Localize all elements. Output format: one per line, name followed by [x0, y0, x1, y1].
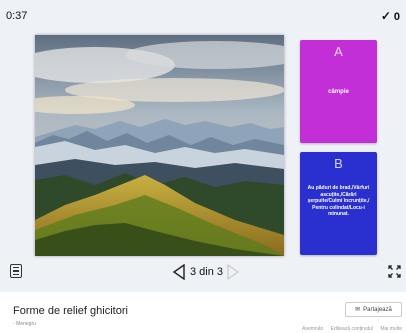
timer: 0:37 — [6, 10, 28, 22]
link-similar[interactable]: Asemnări — [302, 326, 323, 332]
author-name[interactable]: ◦ Menegru — [13, 321, 36, 327]
option-letter-b: B — [334, 156, 343, 171]
check-icon: ✓ — [380, 9, 391, 23]
option-letter-a: A — [334, 44, 343, 59]
option-text-a: câmpie — [328, 89, 349, 95]
answer-option-b[interactable]: B Au păduri de brad,/Vârfuri ascuțite,/C… — [300, 152, 377, 255]
triangle-right-icon[interactable] — [226, 264, 240, 280]
page-indicator: 3 din 3 — [190, 266, 224, 278]
answer-option-a[interactable]: A câmpie — [300, 40, 377, 143]
fullscreen-icon[interactable] — [388, 265, 401, 278]
triangle-left-icon[interactable] — [172, 264, 186, 280]
share-button[interactable]: ✉ Partajează — [345, 302, 402, 317]
link-more[interactable]: Mai multe — [380, 326, 402, 332]
share-icon: ✉ — [355, 307, 361, 313]
link-edit-content[interactable]: Editează conținutul — [331, 326, 373, 332]
mountain-landscape-image — [35, 35, 284, 256]
question-image — [35, 35, 284, 256]
option-text-b: Au păduri de brad,/Vârfuri ascuțite,/Căr… — [307, 185, 370, 218]
score-value: 0 — [393, 11, 400, 23]
game-stage: 0:37 ✓ 0 A câmpie B Au păduri de brad,/V… — [0, 0, 406, 292]
score-counter: ✓ 0 — [381, 9, 400, 23]
menu-icon[interactable] — [10, 264, 22, 278]
activity-title: Forme de relief ghicitori — [13, 305, 128, 317]
pagination: 3 din 3 — [172, 264, 240, 280]
footer-links: Asemnări Editează conținutul Mai multe — [296, 326, 402, 332]
share-label: Partajează — [363, 306, 392, 313]
